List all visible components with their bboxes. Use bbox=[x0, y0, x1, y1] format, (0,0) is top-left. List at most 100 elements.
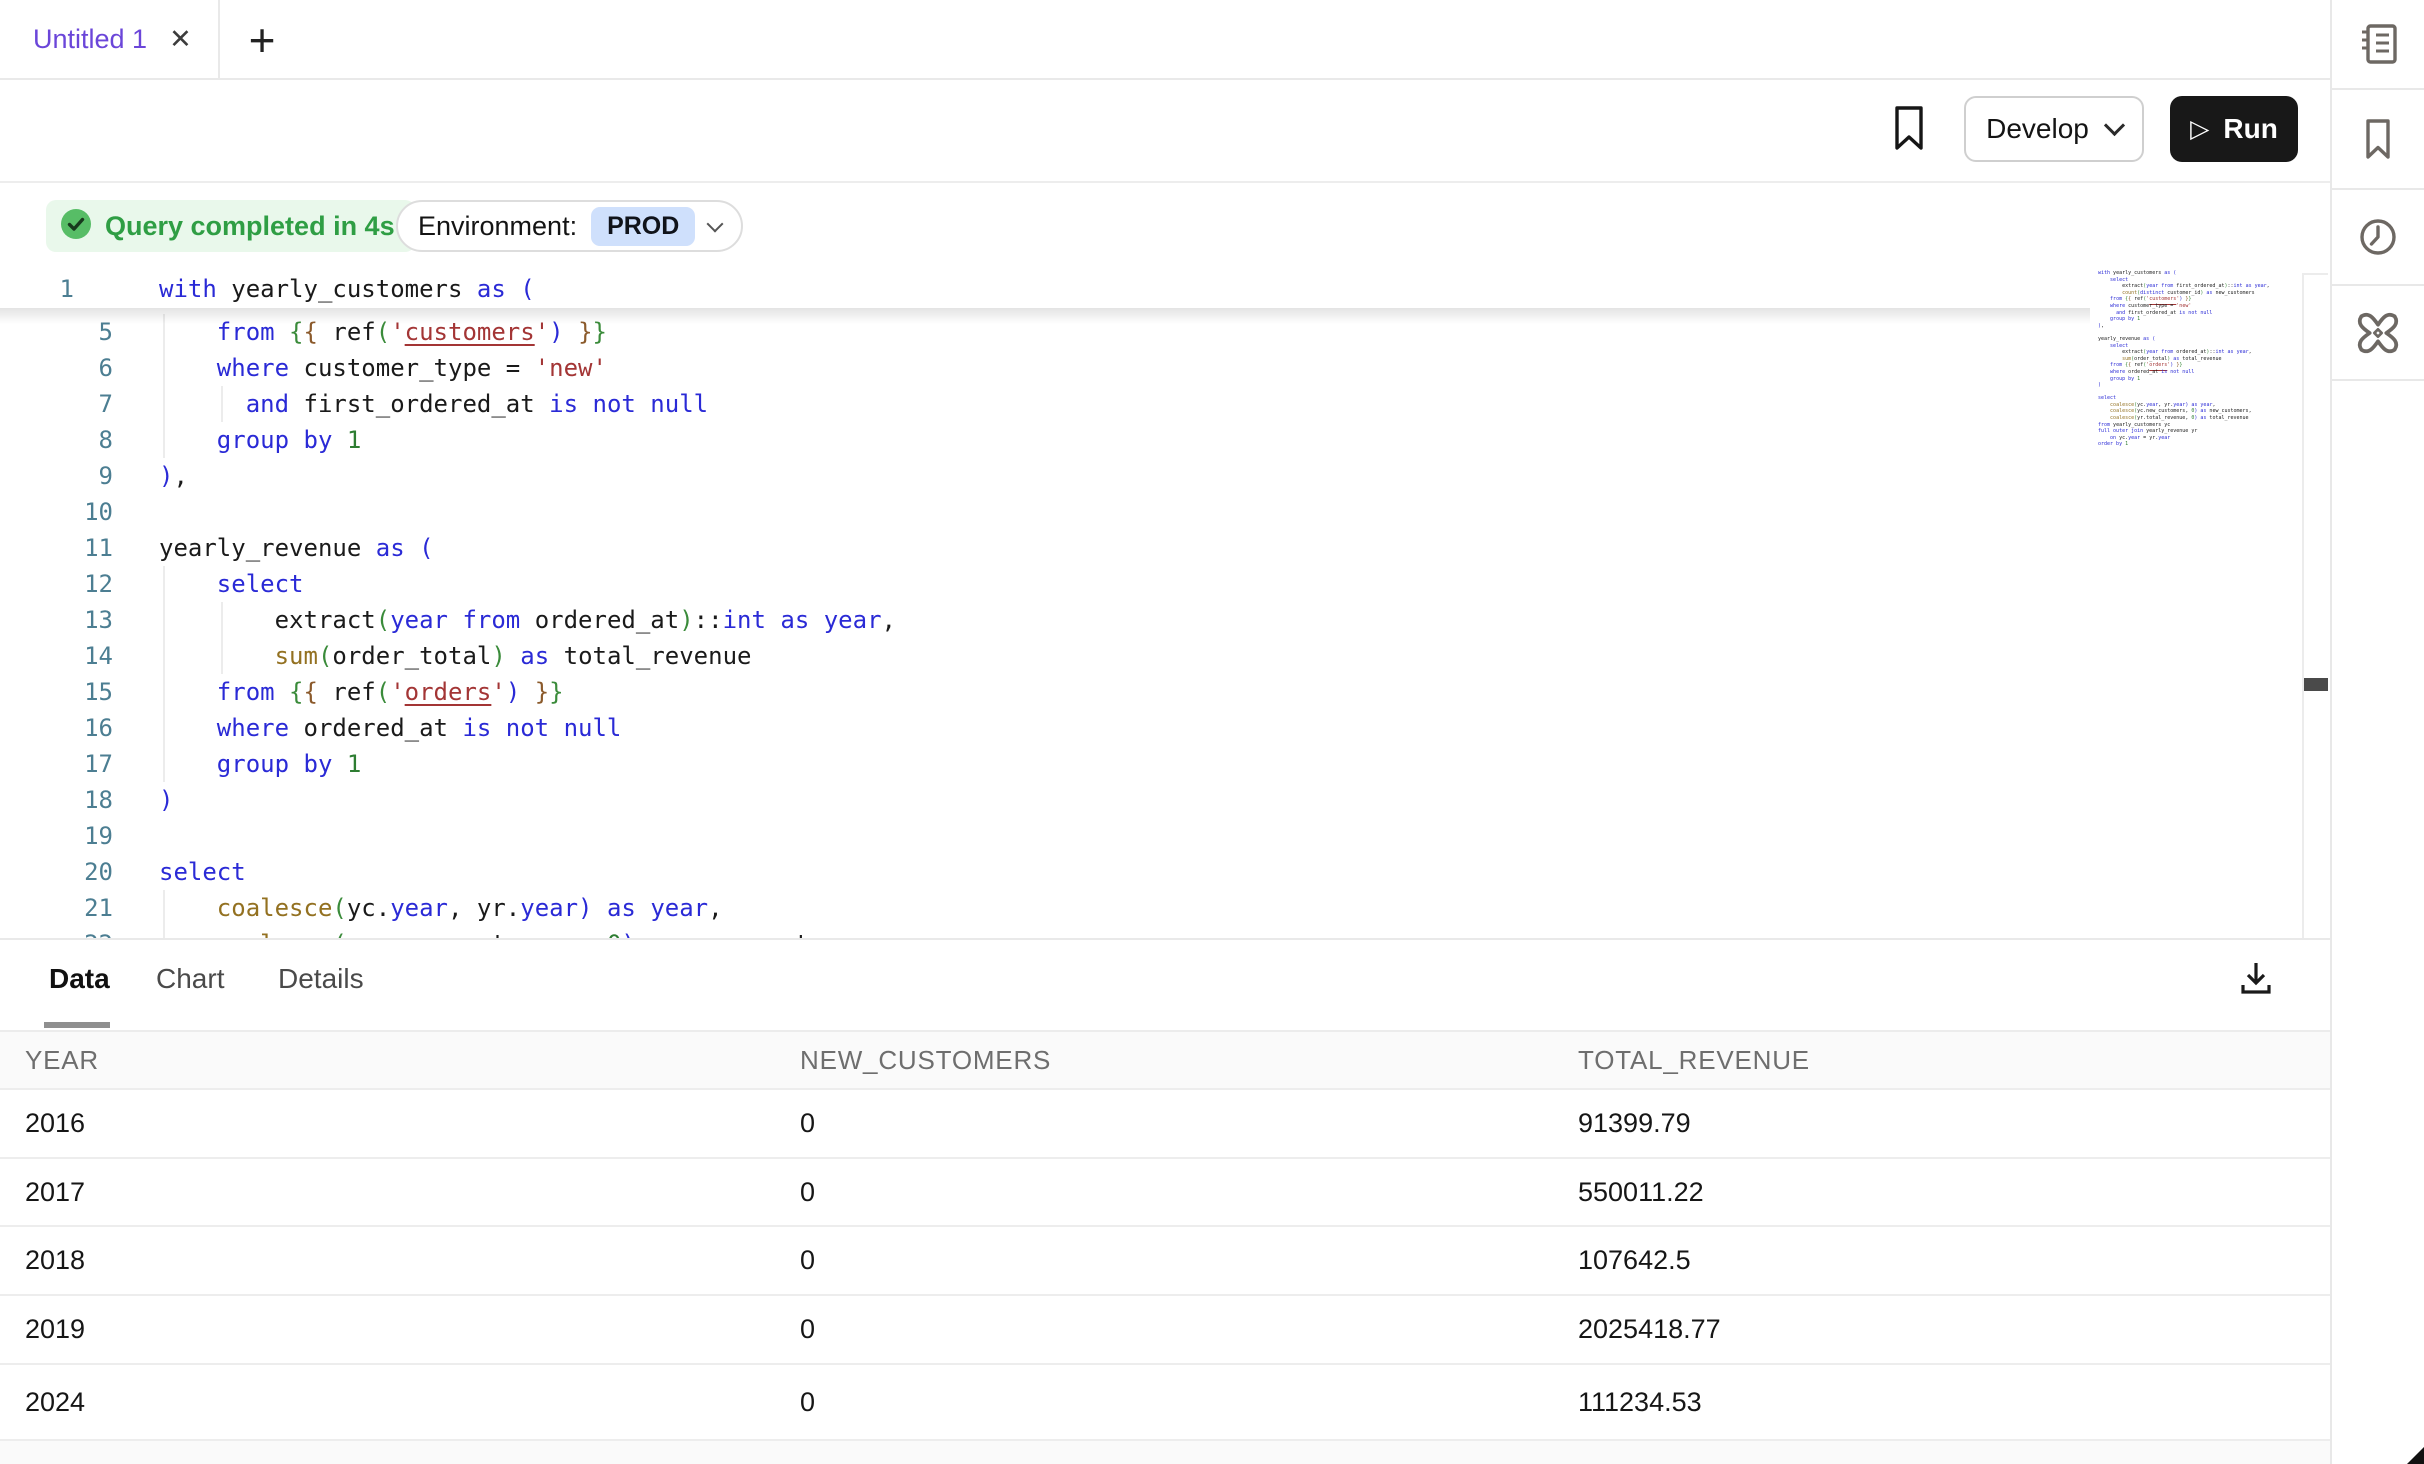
minimap-line: from yearly_customers yc bbox=[2090, 422, 2302, 429]
table-cell: 0 bbox=[800, 1296, 815, 1363]
minimap-line: full outer join yearly_revenue yr bbox=[2090, 428, 2302, 435]
tab-details[interactable]: Details bbox=[278, 958, 364, 1000]
table-cell: 0 bbox=[800, 1159, 815, 1225]
editor-scrollbar-thumb[interactable] bbox=[2304, 678, 2328, 691]
download-icon bbox=[2234, 956, 2278, 1005]
code-line[interactable]: 16 where ordered_at is not null bbox=[0, 710, 2302, 746]
code-line[interactable]: 14 sum(order_total) as total_revenue bbox=[0, 638, 2302, 674]
bookmarks-panel-button[interactable] bbox=[2332, 90, 2424, 190]
line-number: 22 bbox=[0, 926, 113, 938]
dbt-panel-button[interactable] bbox=[2332, 286, 2424, 381]
editor-tab[interactable]: Untitled 1 ✕ bbox=[0, 0, 220, 78]
code-line[interactable]: 15 from {{ ref('orders') }} bbox=[0, 674, 2302, 710]
minimap-line: count(distinct customer_id) as new_custo… bbox=[2090, 290, 2302, 297]
line-number: 12 bbox=[0, 566, 113, 602]
table-cell: 2018 bbox=[25, 1227, 85, 1294]
results-panel-divider bbox=[0, 938, 2330, 940]
environment-label: Environment: bbox=[418, 211, 577, 242]
minimap-line: yearly_revenue as ( bbox=[2090, 336, 2302, 343]
query-status-text: Query completed in 4s bbox=[105, 211, 395, 242]
code-line[interactable]: 22 coalesce(yc.new_customers, 0) as new_… bbox=[0, 926, 2302, 938]
table-cell: 2016 bbox=[25, 1090, 85, 1157]
minimap-line: where ordered_at is not null bbox=[2090, 369, 2302, 376]
tab-chart[interactable]: Chart bbox=[156, 958, 224, 1000]
code-line[interactable]: 9), bbox=[0, 458, 2302, 494]
editor-scrollbar-track[interactable] bbox=[2302, 273, 2328, 938]
minimap-line: ) bbox=[2090, 382, 2302, 389]
table-cell: 0 bbox=[800, 1090, 815, 1157]
history-panel-button[interactable] bbox=[2332, 190, 2424, 286]
table-scroll-strip[interactable] bbox=[0, 1441, 2330, 1464]
line-number: 13 bbox=[0, 602, 113, 638]
minimap-line: select bbox=[2090, 277, 2302, 284]
minimap-line: with yearly_customers as ( bbox=[2090, 270, 2302, 277]
editor-minimap[interactable]: with yearly_customers as ( select extrac… bbox=[2090, 270, 2302, 456]
tab-bar bbox=[0, 0, 2330, 80]
plus-icon: + bbox=[249, 13, 276, 67]
code-line[interactable]: 19 bbox=[0, 818, 2302, 854]
code-line[interactable]: 7 and first_ordered_at is not null bbox=[0, 386, 2302, 422]
code-line[interactable]: 21 coalesce(yc.year, yr.year) as year, bbox=[0, 890, 2302, 926]
code-editor[interactable]: 5 from {{ ref('customers') }}6 where cus… bbox=[0, 314, 2302, 938]
line-number: 9 bbox=[0, 458, 113, 494]
line-number: 1 bbox=[0, 270, 74, 308]
tab-data[interactable]: Data bbox=[49, 958, 110, 1000]
code-line[interactable]: 18) bbox=[0, 782, 2302, 818]
code-line[interactable]: 11yearly_revenue as ( bbox=[0, 530, 2302, 566]
code-line[interactable]: 6 where customer_type = 'new' bbox=[0, 350, 2302, 386]
line-number: 10 bbox=[0, 494, 113, 530]
notebook-panel-button[interactable] bbox=[2332, 0, 2424, 90]
table-cell: 107642.5 bbox=[1578, 1227, 1691, 1294]
minimap-line: coalesce(yc.new_customers, 0) as new_cus… bbox=[2090, 408, 2302, 415]
minimap-line: on yc.year = yr.year bbox=[2090, 435, 2302, 442]
code-line[interactable]: 8 group by 1 bbox=[0, 422, 2302, 458]
minimap-line: select bbox=[2090, 343, 2302, 350]
download-button[interactable] bbox=[2232, 956, 2280, 1004]
table-cell: 2019 bbox=[25, 1296, 85, 1363]
develop-button[interactable]: Develop bbox=[1964, 96, 2144, 162]
line-number: 16 bbox=[0, 710, 113, 746]
table-row: 20170550011.22 bbox=[0, 1159, 2330, 1227]
code-line[interactable]: 10 bbox=[0, 494, 2302, 530]
code-line[interactable]: 20select bbox=[0, 854, 2302, 890]
table-cell: 91399.79 bbox=[1578, 1090, 1691, 1157]
code-line[interactable]: 12 select bbox=[0, 566, 2302, 602]
query-status-badge: Query completed in 4s bbox=[46, 200, 415, 252]
check-circle-icon bbox=[60, 208, 92, 245]
run-button-label: Run bbox=[2223, 113, 2277, 145]
column-header-year: YEAR bbox=[25, 1032, 99, 1088]
column-header-new-customers: NEW_CUSTOMERS bbox=[800, 1032, 1051, 1088]
environment-value-pill: PROD bbox=[591, 207, 695, 246]
results-table-body: 2016 0 91399.7920170550011.222018 0 107642.5… bbox=[0, 1090, 2330, 1441]
line-number: 19 bbox=[0, 818, 113, 854]
right-sidebar bbox=[2330, 0, 2424, 1464]
table-cell: 0 bbox=[800, 1227, 815, 1294]
column-header-total-revenue: TOTAL_REVENUE bbox=[1578, 1032, 1810, 1088]
new-tab-button[interactable]: + bbox=[234, 13, 290, 67]
line-number: 17 bbox=[0, 746, 113, 782]
minimap-line: group by 1 bbox=[2090, 316, 2302, 323]
run-button[interactable]: ▷ Run bbox=[2170, 96, 2298, 162]
line-number: 14 bbox=[0, 638, 113, 674]
close-icon[interactable]: ✕ bbox=[169, 26, 192, 53]
code-line[interactable]: 13 extract(year from ordered_at)::int as… bbox=[0, 602, 2302, 638]
bookmark-button[interactable] bbox=[1884, 102, 1934, 158]
table-row: 201902025418.77 bbox=[0, 1296, 2330, 1365]
sticky-code-line[interactable]: 1with yearly_customers as ( bbox=[0, 270, 2090, 308]
line-number: 20 bbox=[0, 854, 113, 890]
play-icon: ▷ bbox=[2190, 114, 2209, 144]
table-row: 2016 0 91399.79 bbox=[0, 1090, 2330, 1159]
table-row: 2018 0 107642.5 bbox=[0, 1227, 2330, 1296]
minimap-line: and first_ordered_at is not null bbox=[2090, 310, 2302, 317]
environment-select[interactable]: Environment: PROD bbox=[396, 200, 743, 252]
chevron-down-icon bbox=[2104, 114, 2125, 135]
code-line[interactable]: 5 from {{ ref('customers') }} bbox=[0, 314, 2302, 350]
table-cell: 0 bbox=[800, 1365, 815, 1439]
tab-title: Untitled 1 bbox=[33, 24, 147, 55]
table-cell: 2024 bbox=[25, 1365, 85, 1439]
minimap-line: sum(order_total) as total_revenue bbox=[2090, 356, 2302, 363]
minimap-line: select bbox=[2090, 395, 2302, 402]
code-line[interactable]: 1with yearly_customers as ( bbox=[0, 270, 2090, 308]
code-line[interactable]: 17 group by 1 bbox=[0, 746, 2302, 782]
minimap-line: extract(year from ordered_at)::int as ye… bbox=[2090, 349, 2302, 356]
